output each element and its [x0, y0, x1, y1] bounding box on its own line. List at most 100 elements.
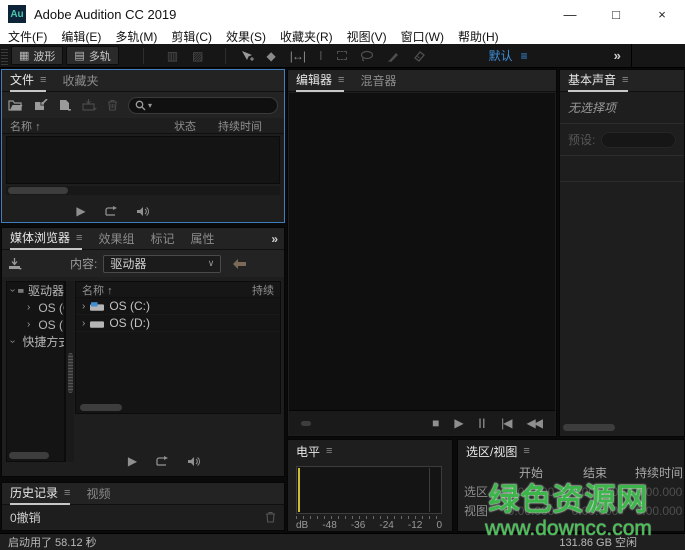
- menu-window[interactable]: 窗口(W): [401, 28, 444, 45]
- play-icon[interactable]: ▶: [454, 416, 463, 430]
- stop-icon[interactable]: ■: [432, 416, 439, 430]
- tab-files[interactable]: 文件 ≡: [10, 70, 46, 92]
- tabs-overflow-icon[interactable]: »: [271, 232, 278, 246]
- menu-effects[interactable]: 效果(S): [226, 28, 266, 45]
- column-status[interactable]: 状态: [174, 118, 218, 134]
- menu-bar: 文件(F) 编辑(E) 多轨(M) 剪辑(C) 效果(S) 收藏夹(R) 视图(…: [0, 28, 685, 44]
- column-name[interactable]: 名称 ↑: [10, 118, 174, 134]
- import-media-icon[interactable]: [8, 258, 22, 270]
- lasso-selection-tool-icon[interactable]: [360, 50, 374, 62]
- slip-tool-icon[interactable]: |↔|: [290, 49, 305, 63]
- chevron-collapsed-icon[interactable]: ›: [82, 301, 85, 312]
- menu-multitrack[interactable]: 多轨(M): [115, 28, 157, 45]
- skip-to-start-icon[interactable]: |◀: [501, 416, 511, 430]
- workspace-menu-icon[interactable]: ≡: [521, 49, 528, 63]
- menu-favorites[interactable]: 收藏夹(R): [280, 28, 333, 45]
- play-icon[interactable]: ▶: [76, 204, 85, 218]
- files-list[interactable]: [6, 136, 280, 184]
- panel-menu-icon[interactable]: ≡: [76, 232, 82, 244]
- waveform-view-button[interactable]: ▦ 波形: [11, 46, 63, 65]
- list-item-drive-d[interactable]: › OS (D:): [76, 315, 280, 332]
- tab-levels[interactable]: 电平 ≡: [296, 440, 332, 462]
- tab-markers[interactable]: 标记: [150, 228, 174, 250]
- view-start-value[interactable]: 0:00.000: [500, 502, 562, 521]
- files-column-headers: 名称 ↑ 状态 持续时间: [2, 118, 284, 134]
- panel-menu-icon[interactable]: ≡: [64, 487, 70, 499]
- menu-edit[interactable]: 编辑(E): [61, 28, 101, 45]
- selection-end-value[interactable]: 0:00.000: [562, 483, 628, 502]
- tab-essential-sound[interactable]: 基本声音 ≡: [568, 70, 628, 92]
- close-button[interactable]: ×: [639, 0, 685, 28]
- content-dropdown[interactable]: 驱动器 ∨: [103, 255, 221, 273]
- media-tree[interactable]: › 驱动器 › OS (C:) › OS (D:) › 快捷方式: [6, 281, 65, 462]
- razor-tool-icon[interactable]: ◆: [267, 49, 276, 63]
- auto-play-speaker-icon[interactable]: [136, 206, 150, 217]
- paintbrush-tool-icon[interactable]: [386, 50, 399, 62]
- spot-healing-tool-icon[interactable]: [411, 50, 425, 62]
- panel-menu-icon[interactable]: ≡: [523, 445, 529, 457]
- media-column-name[interactable]: 名称 ↑: [82, 282, 252, 298]
- editor-hscrollbar[interactable]: [301, 421, 311, 426]
- tab-effects-rack[interactable]: 效果组: [98, 228, 134, 250]
- tree-item-shortcuts[interactable]: › 快捷方式: [7, 333, 64, 350]
- tab-media-browser[interactable]: 媒体浏览器 ≡: [10, 228, 82, 250]
- editor-canvas[interactable]: [289, 93, 555, 410]
- loop-playback-icon[interactable]: [155, 456, 169, 467]
- search-input[interactable]: ▾: [128, 97, 278, 114]
- loop-playback-icon[interactable]: [104, 206, 118, 217]
- tab-editor[interactable]: 编辑器 ≡: [296, 70, 344, 92]
- open-file-icon[interactable]: [8, 99, 23, 111]
- menu-help[interactable]: 帮助(H): [458, 28, 499, 45]
- marquee-selection-tool-icon[interactable]: [337, 51, 347, 60]
- menu-file[interactable]: 文件(F): [8, 28, 47, 45]
- new-file-icon[interactable]: [58, 99, 72, 111]
- tab-history[interactable]: 历史记录 ≡: [10, 483, 70, 505]
- trash-icon: [265, 511, 276, 523]
- column-duration[interactable]: 持续时间: [218, 118, 276, 134]
- chevron-collapsed-icon[interactable]: ›: [82, 318, 85, 329]
- tree-item-drive-d[interactable]: › OS (D:): [7, 316, 64, 333]
- tree-hscrollbar[interactable]: [9, 452, 49, 459]
- view-duration-value[interactable]: 0:00.000: [628, 502, 685, 521]
- tree-vscrollbar[interactable]: [65, 281, 74, 462]
- preset-input[interactable]: [601, 132, 676, 148]
- import-file-icon[interactable]: [33, 99, 48, 111]
- panel-menu-icon[interactable]: ≡: [40, 74, 46, 86]
- tab-selection-view[interactable]: 选区/视图 ≡: [466, 440, 530, 462]
- rewind-icon[interactable]: ◀◀: [527, 416, 541, 430]
- play-icon[interactable]: ▶: [128, 454, 137, 468]
- panel-menu-icon[interactable]: ≡: [338, 74, 344, 86]
- auto-play-speaker-icon[interactable]: [187, 456, 201, 467]
- move-tool-icon[interactable]: [241, 50, 254, 62]
- essential-hscrollbar[interactable]: [563, 424, 615, 431]
- time-selection-tool-icon[interactable]: I: [319, 48, 323, 63]
- selection-start-value[interactable]: 0:00.000: [500, 483, 562, 502]
- panel-menu-icon[interactable]: ≡: [326, 445, 332, 457]
- multitrack-view-button[interactable]: ▤ 多轨: [66, 46, 118, 65]
- media-list[interactable]: 名称 ↑ 持续 › OS (C:) › OS (D:): [75, 281, 281, 414]
- toolbar-overflow-icon[interactable]: »: [614, 48, 621, 63]
- selection-duration-value[interactable]: 0:00.000: [628, 483, 685, 502]
- tab-video[interactable]: 视频: [86, 483, 110, 505]
- list-hscrollbar[interactable]: [80, 404, 122, 411]
- drives-icon: [18, 287, 24, 295]
- tab-favorites[interactable]: 收藏夹: [62, 70, 98, 92]
- pause-icon[interactable]: ||: [479, 418, 487, 429]
- menu-view[interactable]: 视图(V): [347, 28, 387, 45]
- tree-item-drive-c[interactable]: › OS (C:): [7, 299, 64, 316]
- files-hscrollbar[interactable]: [6, 186, 280, 195]
- tab-properties[interactable]: 属性: [190, 228, 214, 250]
- spectral-frequency-icon: ▥: [167, 49, 178, 63]
- panel-menu-icon[interactable]: ≡: [622, 74, 628, 86]
- view-end-value[interactable]: 0:00.000: [562, 502, 628, 521]
- minimize-button[interactable]: —: [547, 0, 593, 28]
- menu-clip[interactable]: 剪辑(C): [171, 28, 212, 45]
- media-column-duration[interactable]: 持续: [252, 282, 274, 298]
- toolbar-grip[interactable]: [1, 47, 8, 65]
- maximize-button[interactable]: □: [593, 0, 639, 28]
- workspace-selector[interactable]: 默认: [489, 47, 513, 64]
- tab-mixer[interactable]: 混音器: [360, 70, 396, 92]
- tree-item-drives[interactable]: › 驱动器: [7, 282, 64, 299]
- list-item-drive-c[interactable]: › OS (C:): [76, 298, 280, 315]
- search-caret-icon[interactable]: ▾: [148, 101, 152, 110]
